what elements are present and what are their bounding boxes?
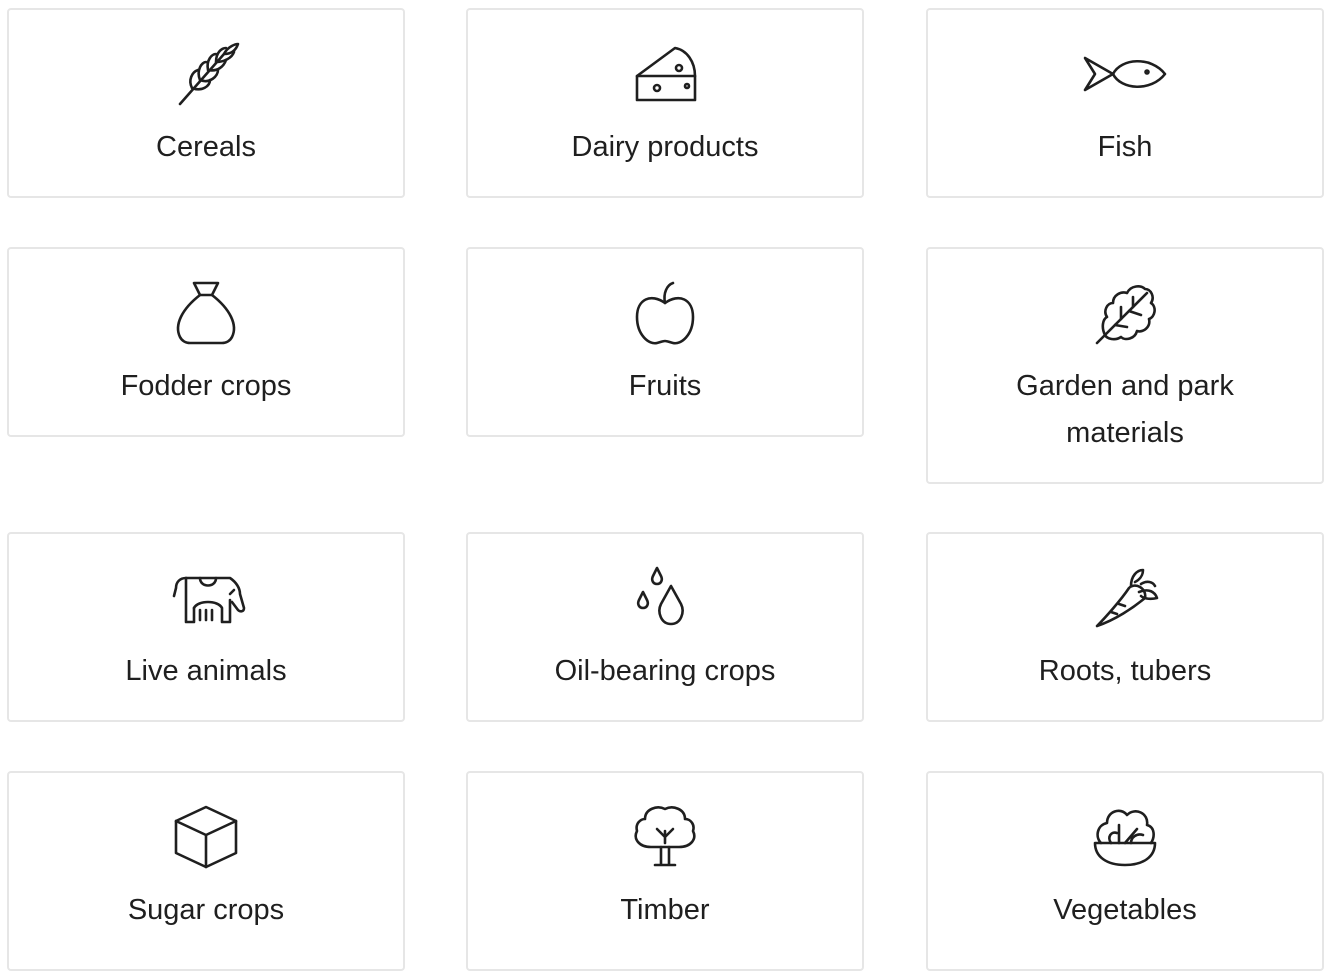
cheese-icon	[631, 40, 699, 108]
sugar-cube-icon	[172, 803, 240, 871]
category-label: Timber	[620, 894, 710, 926]
category-label: Vegetables	[1053, 894, 1197, 926]
category-label: Garden and park materials	[1016, 370, 1234, 449]
wheat-icon	[172, 40, 240, 108]
category-label: Roots, tubers	[1038, 655, 1212, 687]
category-card-live-animals[interactable]: Live animals	[7, 532, 405, 722]
oil-drops-icon	[631, 564, 699, 632]
category-card-oil-bearing-crops[interactable]: Oil-bearing crops	[466, 532, 864, 722]
category-card-vegetables[interactable]: Vegetables	[926, 771, 1324, 971]
category-label: Oil-bearing crops	[554, 655, 776, 687]
sack-icon	[172, 279, 240, 347]
category-label: Dairy products	[571, 131, 759, 163]
category-label: Fruits	[628, 370, 702, 402]
carrot-icon	[1091, 564, 1159, 632]
category-label: Sugar crops	[127, 894, 285, 926]
leaf-icon	[1091, 279, 1159, 347]
tree-icon	[631, 803, 699, 871]
category-card-fish[interactable]: Fish	[926, 8, 1324, 198]
category-card-timber[interactable]: Timber	[466, 771, 864, 971]
category-label: Cereals	[156, 131, 256, 163]
category-card-sugar-crops[interactable]: Sugar crops	[7, 771, 405, 971]
category-card-garden-and-park-materials[interactable]: Garden and park materials	[926, 247, 1324, 484]
cow-icon	[172, 564, 246, 632]
salad-bowl-icon	[1091, 803, 1159, 871]
category-card-fruits[interactable]: Fruits	[466, 247, 864, 437]
fish-icon	[1083, 40, 1167, 108]
category-label: Fodder crops	[120, 370, 292, 402]
apple-icon	[631, 279, 699, 347]
category-card-dairy-products[interactable]: Dairy products	[466, 8, 864, 198]
category-card-fodder-crops[interactable]: Fodder crops	[7, 247, 405, 437]
category-card-cereals[interactable]: Cereals	[7, 8, 405, 198]
category-card-roots-tubers[interactable]: Roots, tubers	[926, 532, 1324, 722]
category-label: Fish	[1097, 131, 1153, 163]
category-label: Live animals	[125, 655, 287, 687]
